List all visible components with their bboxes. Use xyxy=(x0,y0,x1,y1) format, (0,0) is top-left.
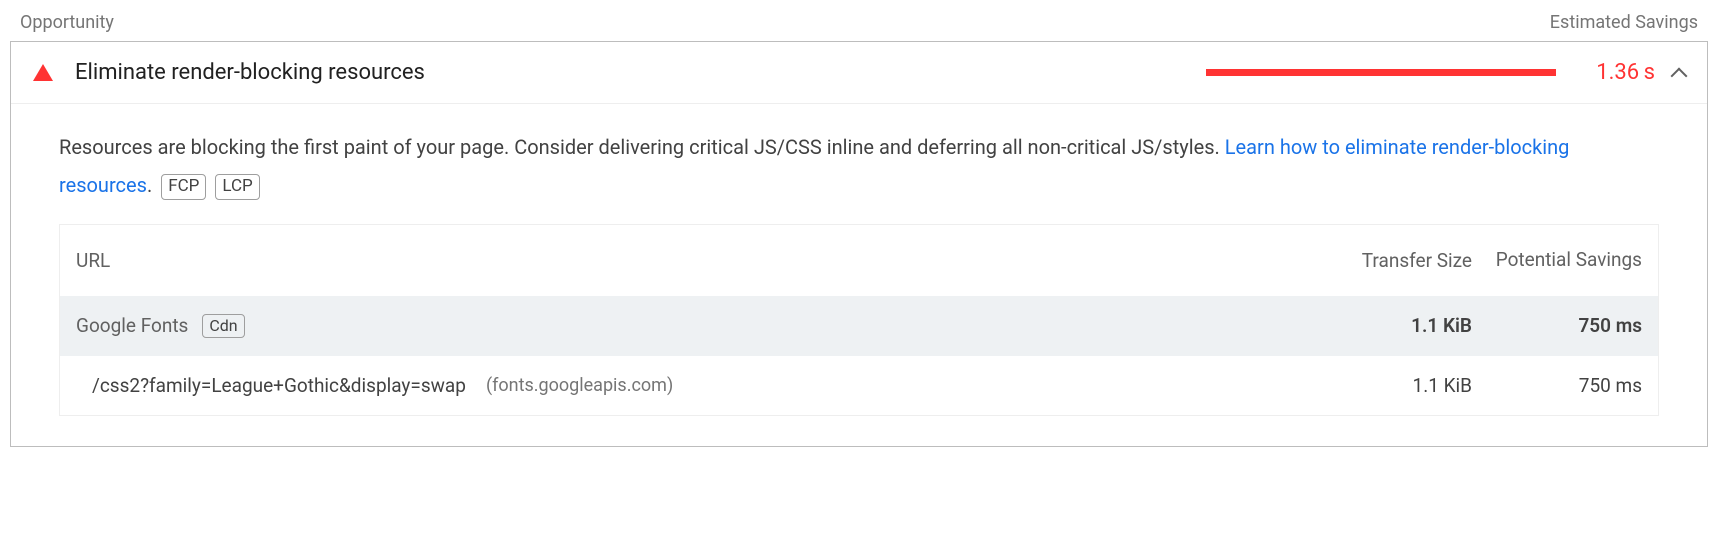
resource-size: 1.1 KiB xyxy=(1292,374,1472,397)
col-transfer-size: Transfer Size xyxy=(1292,249,1472,272)
savings-value: 1.36 s xyxy=(1596,60,1655,85)
column-headers: Opportunity Estimated Savings xyxy=(10,12,1708,41)
table-header-row: URL Transfer Size Potential Savings xyxy=(60,225,1658,296)
resources-table: URL Transfer Size Potential Savings Goog… xyxy=(59,224,1659,416)
group-tag: Cdn xyxy=(202,314,244,338)
resource-host: (fonts.googleapis.com) xyxy=(486,375,673,396)
group-name: Google Fonts xyxy=(76,314,188,337)
description-text: Resources are blocking the first paint o… xyxy=(59,135,1225,159)
audit-card: Eliminate render-blocking resources 1.36… xyxy=(10,41,1708,447)
table-group-row: Google Fonts Cdn 1.1 KiB 750 ms xyxy=(60,296,1658,356)
audit-details: Resources are blocking the first paint o… xyxy=(11,103,1707,446)
group-size: 1.1 KiB xyxy=(1292,314,1472,337)
savings-bar xyxy=(1206,69,1556,76)
opportunity-header: Opportunity xyxy=(20,12,114,33)
table-row: /css2?family=League+Gothic&display=swap … xyxy=(60,356,1658,415)
audit-summary-row[interactable]: Eliminate render-blocking resources 1.36… xyxy=(11,42,1707,103)
col-url: URL xyxy=(76,249,1292,272)
audit-title: Eliminate render-blocking resources xyxy=(75,60,425,85)
audit-panel: Opportunity Estimated Savings Eliminate … xyxy=(0,0,1718,467)
fail-triangle-icon xyxy=(33,64,53,81)
col-potential-savings: Potential Savings xyxy=(1472,247,1642,274)
resource-savings: 750 ms xyxy=(1472,374,1642,397)
audit-description: Resources are blocking the first paint o… xyxy=(59,128,1659,204)
metric-badge-fcp: FCP xyxy=(161,174,206,200)
metric-badge-lcp: LCP xyxy=(215,174,259,200)
description-period: . xyxy=(147,173,152,197)
estimated-savings-header: Estimated Savings xyxy=(1550,12,1698,33)
resource-path: /css2?family=League+Gothic&display=swap xyxy=(92,374,466,397)
group-savings: 750 ms xyxy=(1472,314,1642,337)
chevron-up-icon xyxy=(1671,67,1688,84)
